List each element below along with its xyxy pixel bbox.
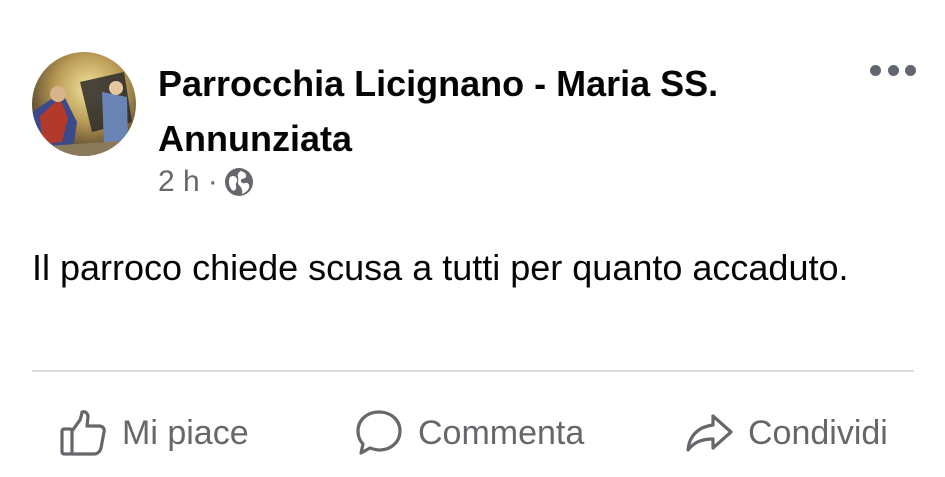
comment-bubble-icon [354,408,404,458]
share-arrow-icon [684,408,734,458]
post-card: Parrocchia Licignano - Maria SS. Annunzi… [0,0,945,477]
post-text: Il parroco chiede scusa a tutti per quan… [32,247,849,288]
post-meta: 2 h · [158,164,254,200]
avatar[interactable] [32,52,136,156]
more-options-icon[interactable] [870,60,916,80]
like-label: Mi piace [122,413,249,452]
globe-icon [224,167,254,197]
thumbs-up-icon [58,408,108,458]
more-dot [887,64,899,76]
comment-label: Commenta [418,413,585,452]
avatar-painting-icon [32,52,136,156]
action-bar: Mi piace Commenta Condividi [0,398,945,468]
share-button[interactable]: Condividi [684,398,888,468]
divider [32,370,914,372]
like-button[interactable]: Mi piace [58,398,249,468]
more-dot [905,64,916,76]
post-timestamp[interactable]: 2 h [158,165,200,199]
comment-button[interactable]: Commenta [354,398,584,468]
share-label: Condividi [748,413,888,452]
meta-separator: · [207,165,218,198]
post-author-name[interactable]: Parrocchia Licignano - Maria SS. Annunzi… [158,56,818,166]
more-dot [870,64,881,76]
